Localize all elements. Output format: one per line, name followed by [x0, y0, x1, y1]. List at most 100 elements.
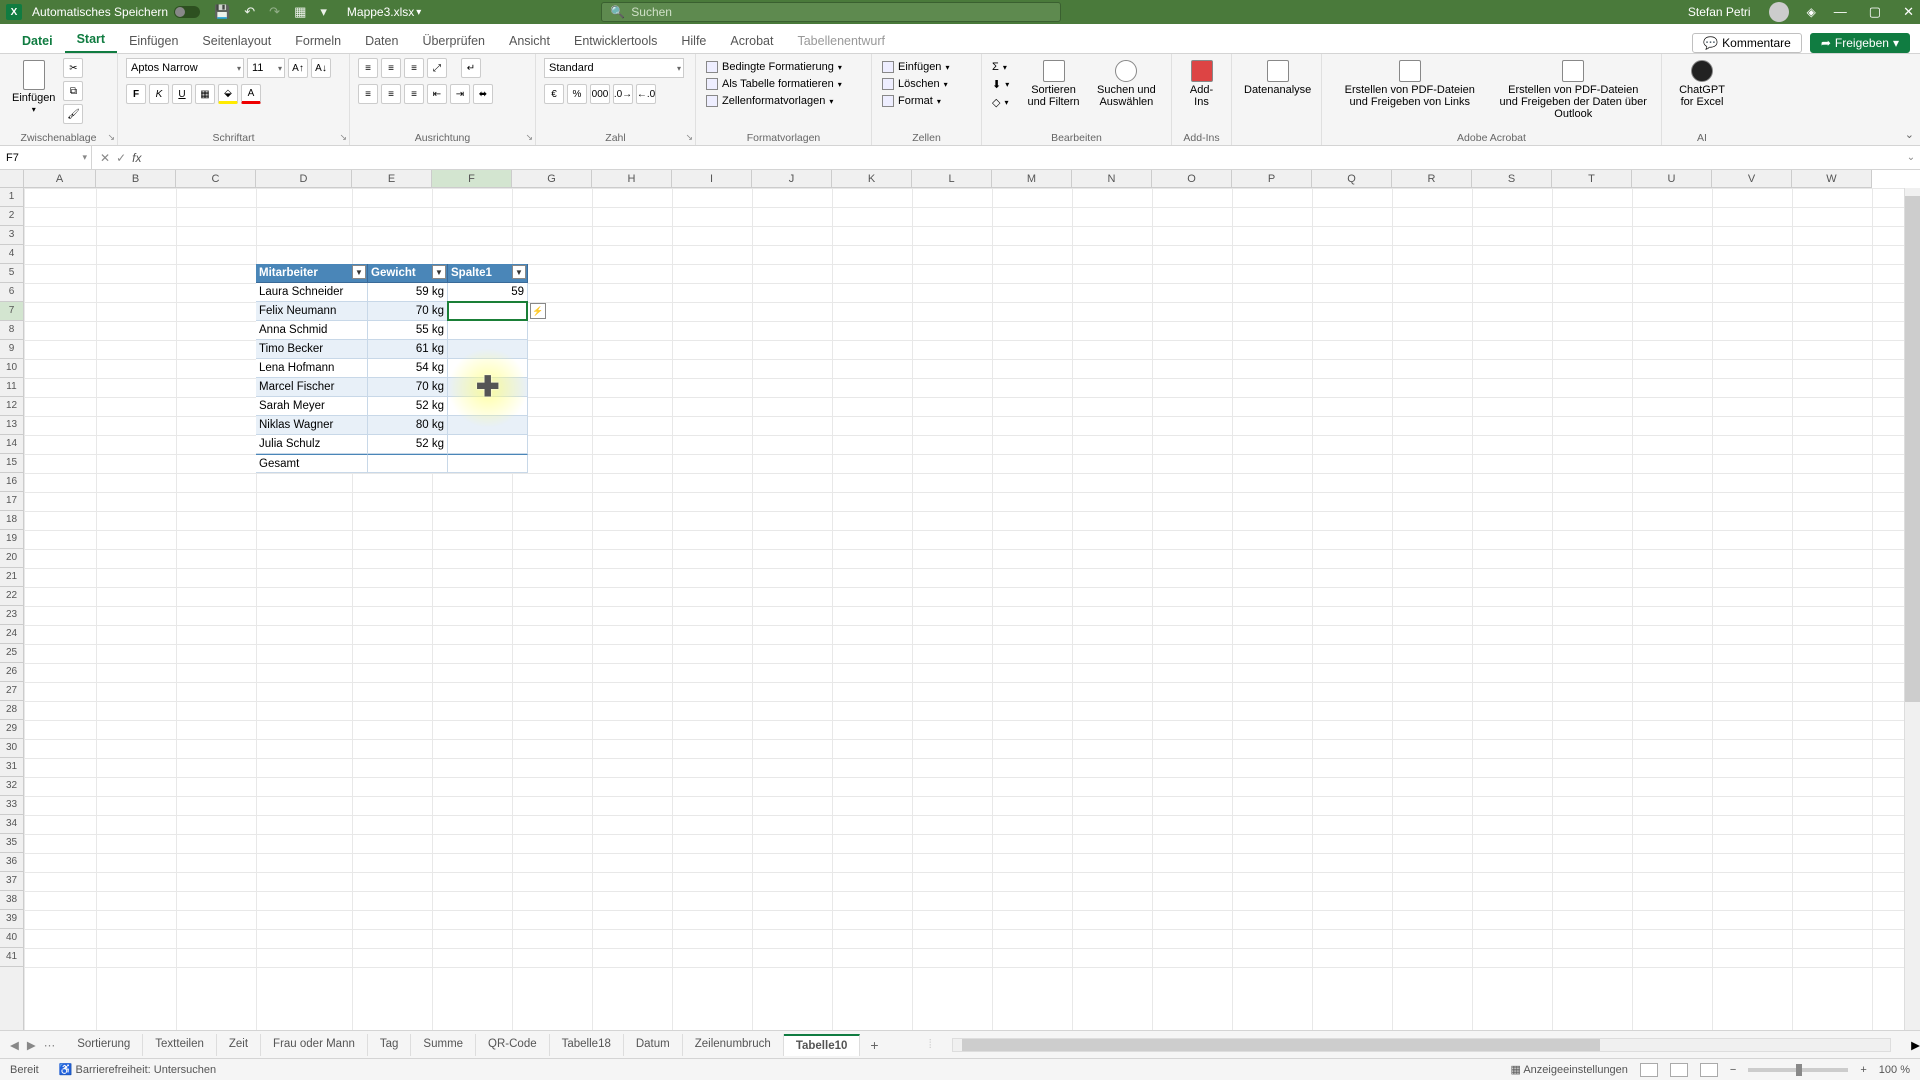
maximize-button[interactable]: ▢ [1869, 4, 1881, 20]
table-row[interactable] [448, 378, 528, 397]
sheet-menu-icon[interactable]: ⋯ [44, 1038, 56, 1052]
tab-acrobat[interactable]: Acrobat [718, 28, 785, 53]
row-header-8[interactable]: 8 [0, 321, 23, 340]
tab-überprüfen[interactable]: Überprüfen [410, 28, 497, 53]
fx-icon[interactable]: fx [132, 151, 141, 165]
dialog-launcher-icon[interactable]: ↘ [525, 132, 533, 143]
merge-icon[interactable]: ⬌ [473, 84, 493, 104]
col-header-F[interactable]: F [432, 170, 512, 187]
underline-button[interactable]: U [172, 84, 192, 104]
font-size-combo[interactable]: 11 [247, 58, 285, 78]
active-cell[interactable] [447, 301, 528, 321]
col-header-P[interactable]: P [1232, 170, 1312, 187]
orientation-icon[interactable]: ⤢ [427, 58, 447, 78]
table-header[interactable]: Gewicht▼ [368, 264, 448, 283]
tab-split-handle[interactable]: ⁞ [929, 1039, 932, 1051]
table-row[interactable]: Julia Schulz [256, 435, 368, 454]
row-header-28[interactable]: 28 [0, 701, 23, 720]
border-button[interactable]: ▦ [195, 84, 215, 104]
filename-dropdown-icon[interactable]: ▾ [416, 7, 421, 18]
filter-dropdown-icon[interactable]: ▼ [352, 265, 366, 279]
row-header-25[interactable]: 25 [0, 644, 23, 663]
col-header-U[interactable]: U [1632, 170, 1712, 187]
decrease-indent-icon[interactable]: ⇤ [427, 84, 447, 104]
accept-formula-icon[interactable]: ✓ [116, 151, 126, 165]
tab-start[interactable]: Start [65, 26, 117, 53]
sheet-tab-tabelle10[interactable]: Tabelle10 [784, 1034, 861, 1056]
toggle-switch-icon[interactable] [174, 6, 200, 18]
expand-formula-bar-icon[interactable]: ⌄ [1902, 152, 1920, 163]
table-total[interactable] [368, 454, 448, 473]
row-header-32[interactable]: 32 [0, 777, 23, 796]
row-header-1[interactable]: 1 [0, 188, 23, 207]
conditional-formatting-button[interactable]: Bedingte Formatierung▾ [704, 60, 844, 74]
paste-button[interactable]: Einfügen ▾ [8, 58, 59, 117]
col-header-V[interactable]: V [1712, 170, 1792, 187]
addins-button[interactable]: Add-Ins [1180, 58, 1223, 110]
percent-icon[interactable]: % [567, 84, 587, 104]
cell-styles-button[interactable]: Zellenformatvorlagen▾ [704, 94, 835, 108]
zoom-level[interactable]: 100 % [1879, 1064, 1910, 1076]
share-button[interactable]: ➦Freigeben▾ [1810, 33, 1910, 53]
filter-dropdown-icon[interactable]: ▼ [512, 265, 526, 279]
undo-icon[interactable]: ↶ [244, 4, 255, 20]
flash-fill-options-icon[interactable]: ⚡ [530, 303, 546, 319]
italic-button[interactable]: K [149, 84, 169, 104]
format-cells-button[interactable]: Format▾ [880, 94, 943, 108]
search-input[interactable]: 🔍 Suchen [601, 2, 1061, 22]
table-row[interactable] [448, 397, 528, 416]
add-sheet-button[interactable]: + [860, 1037, 888, 1053]
cut-icon[interactable]: ✂ [63, 58, 83, 78]
table-row[interactable]: 59 [448, 283, 528, 302]
increase-decimal-icon[interactable]: .0→ [613, 84, 633, 104]
fill-button[interactable]: ⬇▾ [990, 77, 1011, 92]
row-header-40[interactable]: 40 [0, 929, 23, 948]
sheet-tab-summe[interactable]: Summe [411, 1034, 476, 1056]
row-header-34[interactable]: 34 [0, 815, 23, 834]
name-box[interactable]: F7 [0, 146, 92, 169]
tab-tabellenentwurf[interactable]: Tabellenentwurf [785, 28, 897, 53]
tab-file[interactable]: Datei [10, 28, 65, 53]
col-header-I[interactable]: I [672, 170, 752, 187]
zoom-out-button[interactable]: − [1730, 1064, 1736, 1076]
camera-icon[interactable]: ▦ [294, 4, 306, 20]
sheet-tab-frau oder mann[interactable]: Frau oder Mann [261, 1034, 368, 1056]
font-color-button[interactable]: A [241, 84, 261, 104]
delete-cells-button[interactable]: Löschen▾ [880, 77, 950, 91]
col-header-L[interactable]: L [912, 170, 992, 187]
tab-hilfe[interactable]: Hilfe [669, 28, 718, 53]
page-layout-view-icon[interactable] [1670, 1063, 1688, 1077]
col-header-Q[interactable]: Q [1312, 170, 1392, 187]
accessibility-status[interactable]: ♿ Barrierefreiheit: Untersuchen [59, 1063, 216, 1076]
column-headers[interactable]: ABCDEFGHIJKLMNOPQRSTUVW [24, 170, 1872, 188]
row-header-27[interactable]: 27 [0, 682, 23, 701]
format-painter-icon[interactable]: 🖌 [63, 104, 83, 124]
formula-input[interactable] [149, 146, 1902, 169]
increase-indent-icon[interactable]: ⇥ [450, 84, 470, 104]
table-row[interactable]: 52 kg [368, 397, 448, 416]
table-header[interactable]: Mitarbeiter▼ [256, 264, 368, 283]
row-header-26[interactable]: 26 [0, 663, 23, 682]
row-header-7[interactable]: 7 [0, 302, 23, 321]
table-row[interactable]: 59 kg [368, 283, 448, 302]
scrollbar-thumb[interactable] [962, 1039, 1599, 1051]
tab-entwicklertools[interactable]: Entwicklertools [562, 28, 669, 53]
sheet-tab-zeit[interactable]: Zeit [217, 1034, 261, 1056]
vertical-scrollbar[interactable] [1904, 188, 1920, 1030]
sheet-prev-icon[interactable]: ◀ [10, 1038, 19, 1052]
col-header-A[interactable]: A [24, 170, 96, 187]
row-header-29[interactable]: 29 [0, 720, 23, 739]
col-header-N[interactable]: N [1072, 170, 1152, 187]
sheet-tab-zeilenumbruch[interactable]: Zeilenumbruch [683, 1034, 784, 1056]
currency-icon[interactable]: € [544, 84, 564, 104]
table-row[interactable]: Niklas Wagner [256, 416, 368, 435]
select-all-corner[interactable] [0, 170, 24, 188]
table-row[interactable]: Timo Becker [256, 340, 368, 359]
row-header-17[interactable]: 17 [0, 492, 23, 511]
qat-more-icon[interactable]: ▾ [320, 4, 327, 20]
align-right-icon[interactable]: ≡ [404, 84, 424, 104]
dialog-launcher-icon[interactable]: ↘ [685, 132, 693, 143]
row-header-23[interactable]: 23 [0, 606, 23, 625]
row-header-35[interactable]: 35 [0, 834, 23, 853]
bold-button[interactable]: F [126, 84, 146, 104]
